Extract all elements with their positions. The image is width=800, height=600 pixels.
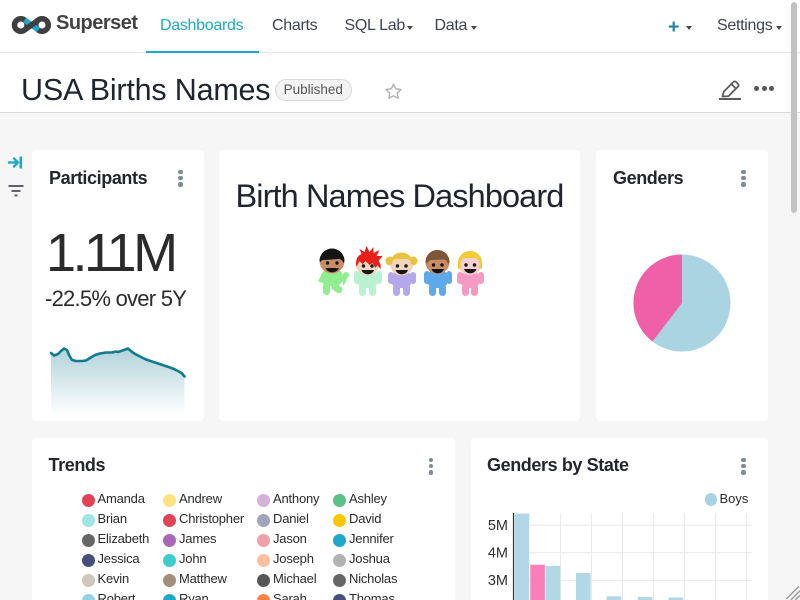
svg-text:5M: 5M (488, 518, 508, 534)
svg-text:4M: 4M (488, 546, 508, 562)
svg-text:3M: 3M (488, 573, 508, 589)
